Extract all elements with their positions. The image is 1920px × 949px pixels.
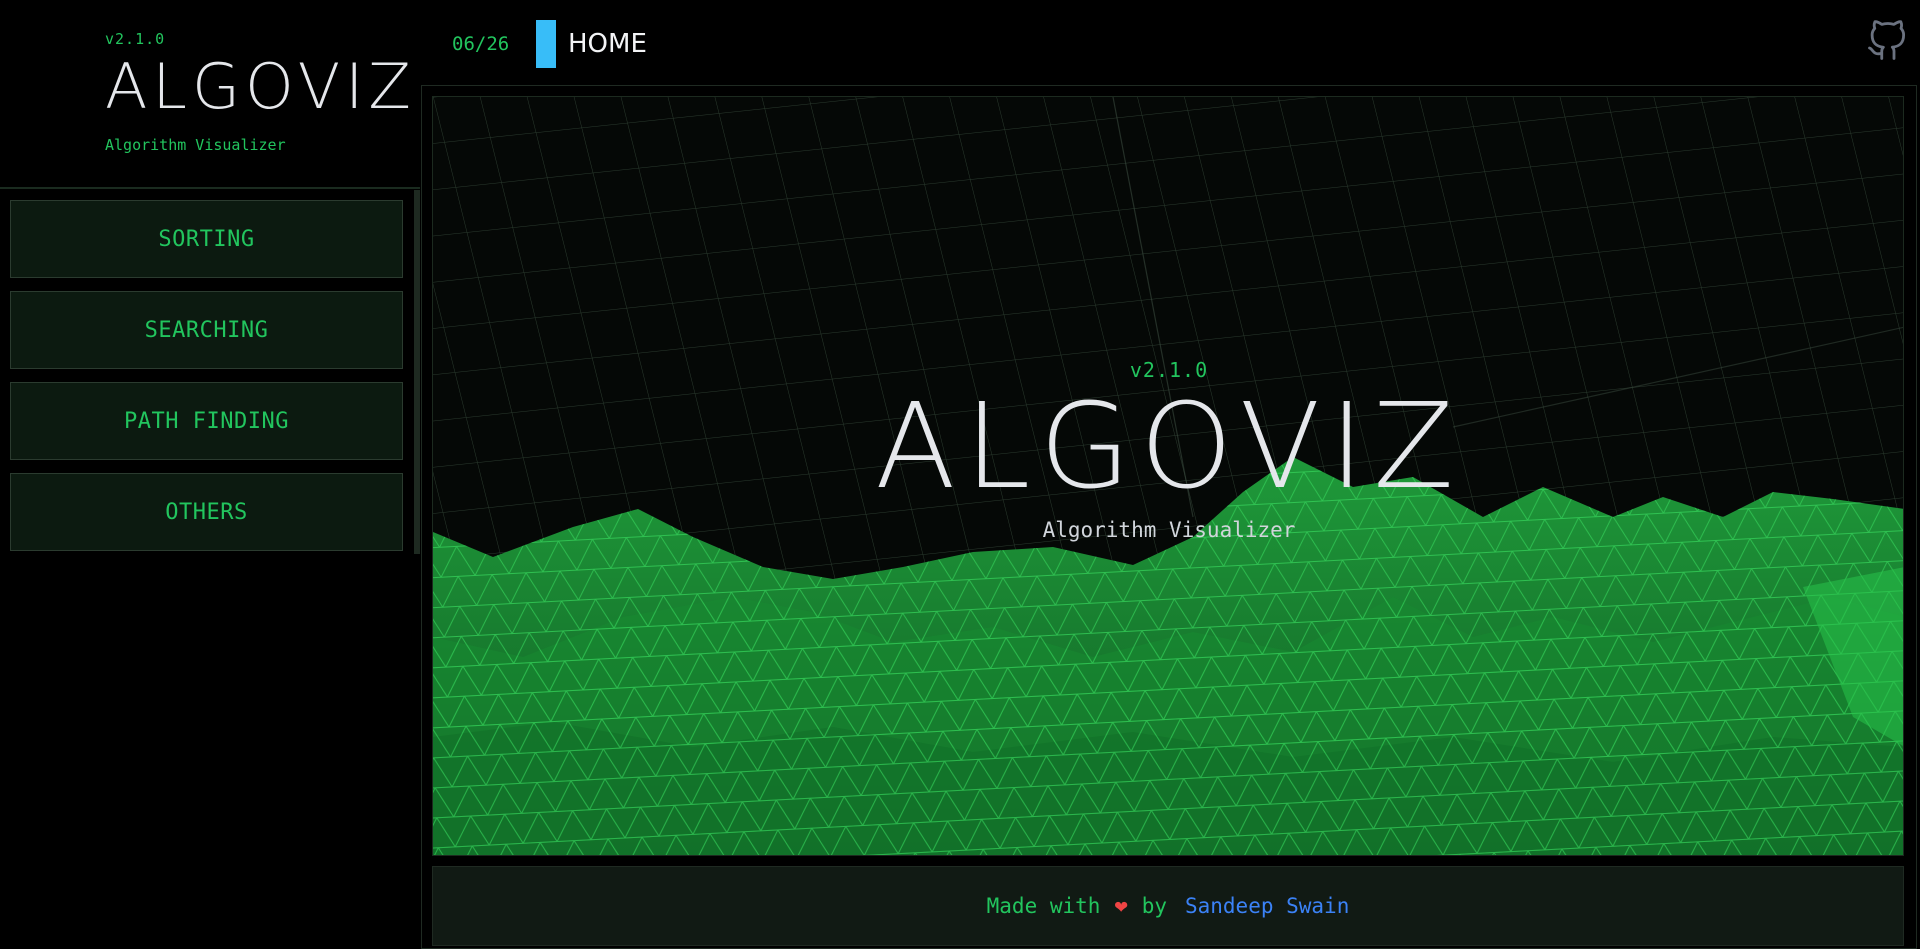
- sidebar: v2.1.0 ALGOVIZ Algorithm Visualizer SORT…: [0, 0, 420, 949]
- nav-item-others[interactable]: OTHERS: [10, 473, 403, 551]
- page-title: HOME: [568, 29, 647, 59]
- nav-item-label: OTHERS: [165, 499, 248, 525]
- nav-item-label: PATH FINDING: [124, 408, 289, 434]
- footer-made-with: Made with: [986, 894, 1101, 918]
- footer-by: by: [1141, 894, 1167, 918]
- sidebar-divider: [0, 187, 420, 189]
- brand: v2.1.0 ALGOVIZ Algorithm Visualizer: [105, 30, 416, 154]
- brand-subtitle: Algorithm Visualizer: [105, 136, 286, 154]
- page-counter: 06/26: [452, 33, 510, 55]
- brand-version: v2.1.0: [105, 30, 166, 48]
- app-root: v2.1.0 ALGOVIZ Algorithm Visualizer SORT…: [0, 0, 1920, 949]
- nav-item-searching[interactable]: SEARCHING: [10, 291, 403, 369]
- nav-item-label: SORTING: [158, 226, 255, 252]
- terrain-background: [433, 97, 1903, 855]
- sidebar-nav: SORTING SEARCHING PATH FINDING OTHERS: [10, 200, 403, 564]
- nav-item-label: SEARCHING: [144, 317, 269, 343]
- brand-title[interactable]: ALGOVIZ: [105, 56, 416, 118]
- sidebar-scrollbar[interactable]: [414, 190, 420, 554]
- nav-item-path-finding[interactable]: PATH FINDING: [10, 382, 403, 460]
- hero-panel: v2.1.0 ALGOVIZ Algorithm Visualizer: [432, 96, 1904, 856]
- footer: Made with ❤ by Sandeep Swain: [432, 866, 1904, 946]
- page-header: 06/26 HOME: [420, 0, 1920, 86]
- nav-item-sorting[interactable]: SORTING: [10, 200, 403, 278]
- heart-icon: ❤: [1114, 893, 1128, 919]
- page-title-accent: [536, 20, 556, 68]
- author-link[interactable]: Sandeep Swain: [1185, 894, 1349, 918]
- github-icon[interactable]: [1866, 20, 1908, 62]
